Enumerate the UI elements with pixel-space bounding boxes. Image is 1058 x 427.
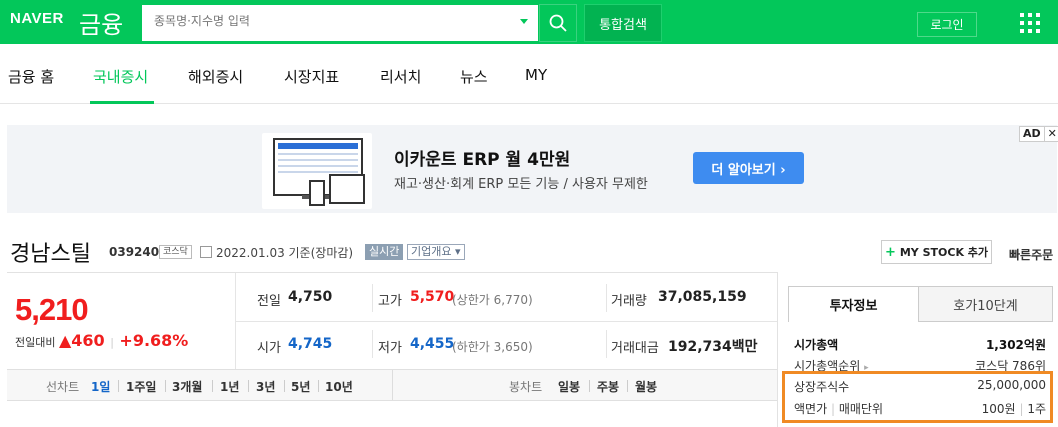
period-5y[interactable]: 5년 (291, 378, 310, 395)
finance-logo[interactable]: 금융 (79, 5, 123, 40)
chart-period-bar: 선차트 1일 1주일 3개월 1년 3년 5년 10년 봉차트 일봉 주봉 월봉 (7, 369, 777, 401)
prev-close-value: 4,750 (288, 289, 333, 305)
period-divider (248, 380, 249, 392)
bar-divider (392, 370, 393, 400)
open-value: 4,745 (288, 336, 333, 352)
quick-order-link[interactable]: 빠른주문 (1009, 246, 1053, 263)
period-1y[interactable]: 1년 (220, 378, 239, 395)
tab-bottom-line (919, 321, 1053, 322)
calendar-icon (200, 246, 212, 258)
nav-overseas[interactable]: 해외증시 (188, 66, 243, 87)
ad-image (262, 133, 372, 209)
total-search-button[interactable]: 통합검색 (584, 4, 662, 42)
current-price: 5,210 (15, 292, 89, 327)
ad-title[interactable]: 이카운트 ERP 월 4만원 (394, 145, 570, 170)
apps-grid-icon[interactable] (1020, 13, 1040, 33)
period-daily[interactable]: 일봉 (558, 378, 580, 395)
nav-domestic[interactable]: 국내증시 (93, 66, 148, 87)
period-divider (318, 380, 319, 392)
period-weekly[interactable]: 주봉 (597, 378, 619, 395)
stock-date: 2022.01.03 기준(장마감) (216, 246, 354, 260)
tab-invest-info[interactable]: 투자정보 (788, 286, 919, 322)
ad-subtitle: 재고·생산·회계 ERP 모든 기능 / 사용자 무제한 (394, 177, 648, 192)
period-1w[interactable]: 1주일 (126, 378, 156, 395)
low-value: 4,455 (410, 336, 455, 352)
change-value: ▲460 (58, 331, 105, 350)
market-badge: 코스닥 (159, 245, 192, 259)
change-rate: +9.68% (119, 331, 189, 350)
period-divider (165, 380, 166, 392)
amount-value: 192,734백만 (668, 339, 758, 355)
col-divider (606, 330, 607, 358)
login-button[interactable]: 로그인 (917, 12, 977, 37)
nav-news[interactable]: 뉴스 (460, 66, 488, 87)
prev-close-label: 전일 (257, 294, 281, 309)
period-3y[interactable]: 3년 (256, 378, 275, 395)
top-bar: NAVER 금융 통합검색 로그인 (0, 0, 1058, 44)
ad-label: AD (1023, 127, 1041, 140)
search-icon (549, 14, 567, 32)
volume-label: 거래량 (611, 294, 647, 309)
period-divider (212, 380, 213, 392)
stock-name: 경남스틸 (10, 242, 91, 267)
realtime-badge[interactable]: 실시간 (365, 244, 404, 260)
lower-limit: (하한가 3,650) (452, 340, 533, 354)
add-my-stock-label: MY STOCK 추가 (899, 246, 989, 259)
high-label: 고가 (378, 294, 402, 309)
change-label: 전일대비 (15, 336, 56, 349)
nav-research[interactable]: 리서치 (380, 66, 421, 87)
right-panel-divider (777, 272, 778, 427)
nav-active-underline (90, 101, 154, 104)
col-divider (372, 284, 373, 312)
col-divider (372, 330, 373, 358)
nav-market-index[interactable]: 시장지표 (284, 66, 339, 87)
open-label: 시가 (257, 341, 281, 356)
period-1d[interactable]: 1일 (91, 378, 110, 395)
invest-tabs: 투자정보 호가10단계 (788, 286, 1053, 322)
naver-logo[interactable]: NAVER (10, 10, 64, 27)
line-chart-label: 선차트 (46, 380, 80, 394)
dropdown-caret-icon[interactable] (520, 19, 528, 24)
ad-banner[interactable]: 이카운트 ERP 월 4만원 재고·생산·회계 ERP 모든 기능 / 사용자 … (7, 125, 1058, 213)
low-label: 저가 (378, 341, 402, 356)
stock-code: 039240 (109, 245, 160, 259)
ad-cta-button[interactable]: 더 알아보기 › (693, 152, 804, 184)
period-divider (589, 380, 590, 392)
highlight-box (782, 371, 1053, 423)
period-3m[interactable]: 3개월 (172, 378, 202, 395)
high-value: 5,570 (410, 289, 455, 305)
company-overview-dropdown[interactable]: 기업개요 ▾ (407, 244, 465, 260)
tab-orderbook[interactable]: 호가10단계 (918, 286, 1053, 322)
amount-label: 거래대금 (611, 341, 659, 356)
search-input[interactable] (154, 14, 504, 28)
nav-my[interactable]: MY (525, 66, 547, 84)
period-divider (627, 380, 628, 392)
upper-limit: (상한가 6,770) (452, 293, 533, 307)
volume-value: 37,085,159 (658, 289, 747, 305)
market-cap-label: 시가총액 (794, 338, 839, 352)
col-divider (606, 284, 607, 312)
search-button[interactable] (539, 4, 577, 42)
period-10y[interactable]: 10년 (325, 378, 353, 395)
search-box[interactable] (141, 4, 539, 42)
market-cap-value: 1,302억원 (985, 338, 1046, 352)
period-divider (284, 380, 285, 392)
add-my-stock-button[interactable]: + MY STOCK 추가 (881, 240, 992, 264)
period-monthly[interactable]: 월봉 (635, 378, 657, 395)
price-change: 전일대비 ▲460 | +9.68% (15, 331, 188, 350)
period-divider (118, 380, 119, 392)
candle-chart-label: 봉차트 (509, 380, 543, 394)
price-block: 5,210 전일대비 ▲460 | +9.68% (7, 273, 235, 368)
change-divider: | (110, 336, 114, 349)
row-divider (236, 321, 777, 322)
ad-tag: AD ✕ (1019, 126, 1058, 142)
nav-finance-home[interactable]: 금융 홈 (8, 66, 54, 87)
main-nav: 금융 홈 국내증시 해외증시 시장지표 리서치 뉴스 MY (0, 44, 1058, 104)
ad-close-icon[interactable]: ✕ (1043, 127, 1058, 141)
plus-icon: + (884, 244, 896, 260)
